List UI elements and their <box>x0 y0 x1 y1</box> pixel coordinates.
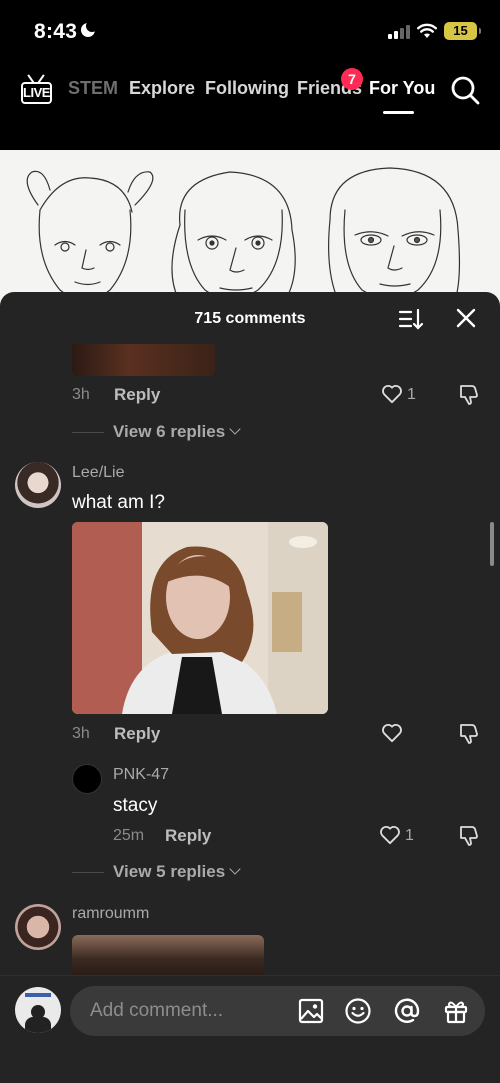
comment-text: what am I? <box>72 492 165 513</box>
comments-count: 715 comments <box>194 310 306 327</box>
video-preview[interactable] <box>0 150 500 310</box>
comment-text: stacy <box>113 795 158 816</box>
dislike-icon[interactable] <box>457 722 479 744</box>
comment-input[interactable] <box>90 986 290 1036</box>
reply-button[interactable]: Reply <box>114 724 160 744</box>
emoji-icon[interactable] <box>345 998 371 1024</box>
active-tab-indicator <box>383 111 414 114</box>
heart-icon[interactable] <box>381 384 403 404</box>
comment-composer <box>0 975 500 1083</box>
comment-username[interactable]: PNK-47 <box>113 766 169 784</box>
tab-explore[interactable]: Explore <box>129 78 195 99</box>
moon-icon <box>81 20 99 37</box>
comment-image[interactable] <box>72 522 328 714</box>
comment-time: 3h <box>72 725 90 742</box>
selfie-photo <box>72 522 328 714</box>
sketch-illustration <box>26 167 461 301</box>
heart-icon[interactable] <box>379 825 401 845</box>
sort-icon[interactable] <box>398 306 424 332</box>
dislike-icon[interactable] <box>457 824 479 846</box>
comments-sheet: 715 comments 3h Reply 1 View 6 replies L… <box>0 292 500 1083</box>
comment-username[interactable]: ramroumm <box>72 905 149 923</box>
reply-button[interactable]: Reply <box>114 385 160 405</box>
search-icon[interactable] <box>450 75 480 105</box>
like-count: 1 <box>407 386 416 403</box>
reply-button[interactable]: Reply <box>165 826 211 846</box>
mention-icon[interactable] <box>394 998 420 1024</box>
tab-for-you[interactable]: For You <box>369 78 435 99</box>
comment-time: 25m <box>113 827 145 844</box>
avatar[interactable] <box>15 462 61 508</box>
live-label: LIVE <box>21 82 52 104</box>
like-count: 1 <box>405 827 414 844</box>
comment-image[interactable] <box>72 344 215 376</box>
top-nav: LIVE STEM Explore Following Friends 7 Fo… <box>0 62 500 150</box>
gift-icon[interactable] <box>443 998 469 1024</box>
comment-username[interactable]: Lee/Lie <box>72 464 125 482</box>
live-icon[interactable]: LIVE <box>21 74 52 104</box>
image-icon[interactable] <box>298 998 324 1024</box>
status-time: 8:43 <box>34 20 99 44</box>
scrollbar[interactable] <box>490 522 494 566</box>
close-icon[interactable] <box>455 307 477 329</box>
heart-icon[interactable] <box>381 723 403 743</box>
view-replies-button[interactable]: View 6 replies <box>113 422 241 442</box>
chevron-down-icon <box>229 423 241 435</box>
comment-time: 3h <box>72 386 90 403</box>
tab-following[interactable]: Following <box>205 78 289 99</box>
my-avatar[interactable] <box>15 987 61 1033</box>
chevron-down-icon <box>229 863 241 875</box>
friends-notification-badge: 7 <box>341 68 363 90</box>
status-bar: 8:43 15 <box>0 0 500 62</box>
avatar[interactable] <box>15 904 61 950</box>
dislike-icon[interactable] <box>457 383 479 405</box>
comment-image[interactable] <box>72 935 264 975</box>
wifi-icon <box>417 23 437 38</box>
battery-indicator: 15 <box>444 22 481 40</box>
avatar[interactable] <box>72 764 102 794</box>
view-replies-button[interactable]: View 5 replies <box>113 862 241 882</box>
cellular-signal-icon <box>388 25 410 39</box>
comment-input-field[interactable] <box>70 986 485 1036</box>
tab-stem[interactable]: STEM <box>68 78 118 99</box>
comments-header: 715 comments <box>0 292 500 344</box>
